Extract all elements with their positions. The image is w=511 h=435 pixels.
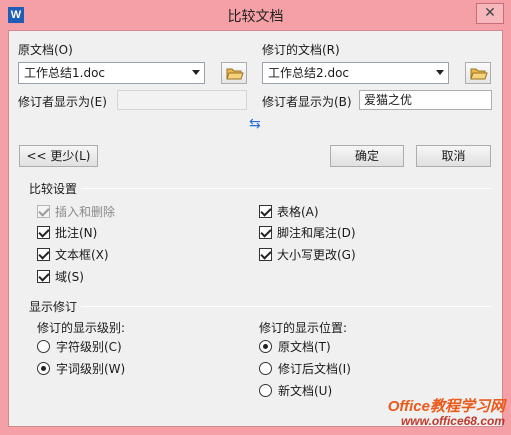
cancel-button[interactable]: 取消 (416, 145, 491, 167)
compare-settings-title: 比较设置 (29, 180, 82, 197)
browse-original-button[interactable] (221, 62, 247, 84)
show-level-label: 修订的显示级别: (37, 321, 126, 335)
title-bar: W 比较文档 ✕ (0, 0, 511, 30)
insertions-deletions-checkbox[interactable]: 插入和删除 (37, 203, 115, 219)
show-position-label: 修订的显示位置: (259, 321, 348, 335)
chevron-down-icon (192, 70, 200, 75)
ok-button[interactable]: 确定 (330, 145, 404, 167)
open-folder-icon (470, 68, 488, 80)
watermark-title: Office教程学习网 (387, 398, 505, 415)
original-reviewer-label: 修订者显示为(E) (18, 95, 107, 109)
revised-document-label: 修订的文档(R) (262, 43, 340, 57)
revised-reviewer-field[interactable]: 爱猫之优 (359, 90, 492, 110)
show-changes-title: 显示修订 (29, 298, 82, 315)
tables-checkbox[interactable]: 表格(A) (259, 203, 319, 219)
site-watermark: Office教程学习网 www.office68.com (388, 399, 505, 429)
close-button[interactable]: ✕ (476, 3, 504, 24)
checkbox-checked-icon (259, 247, 272, 261)
checkbox-checked-icon (259, 204, 272, 218)
open-folder-icon (226, 68, 244, 80)
textboxes-checkbox[interactable]: 文本框(X) (37, 246, 109, 262)
revised-document-radio[interactable]: 修订后文档(I) (259, 360, 351, 376)
compare-settings-separator (29, 188, 492, 189)
original-document-label: 原文档(O) (18, 43, 73, 57)
word-level-radio[interactable]: 字词级别(W) (37, 360, 125, 376)
revised-document-value: 工作总结2.doc (268, 66, 350, 80)
original-document-radio[interactable]: 原文档(T) (259, 338, 331, 354)
comments-checkbox[interactable]: 批注(N) (37, 224, 97, 240)
checkbox-checked-icon (37, 247, 50, 261)
original-reviewer-field[interactable] (117, 90, 247, 110)
dialog-body: 原文档(O) 工作总结1.doc 修订者显示为(E) 修订的文档(R) 工作总结… (8, 30, 503, 427)
watermark-url: www.office68.com (400, 414, 505, 428)
footnotes-endnotes-checkbox[interactable]: 脚注和尾注(D) (259, 224, 356, 240)
chevron-down-icon (436, 70, 444, 75)
fields-checkbox[interactable]: 域(S) (37, 268, 84, 284)
revised-reviewer-label: 修订者显示为(B) (262, 95, 352, 109)
checkbox-checked-icon (37, 269, 50, 283)
checkbox-checked-icon (37, 225, 50, 239)
radio-unchecked-icon (259, 361, 272, 375)
checkbox-checked-icon (259, 225, 272, 239)
case-changes-checkbox[interactable]: 大小写更改(G) (259, 246, 356, 262)
dialog-title: 比较文档 (227, 9, 284, 25)
show-changes-separator (29, 306, 492, 307)
browse-revised-button[interactable] (465, 62, 491, 84)
checkbox-checked-icon (37, 204, 50, 218)
compare-documents-dialog: W 比较文档 ✕ 原文档(O) 工作总结1.doc 修订者显示为(E) 修订的文… (0, 0, 511, 435)
radio-unchecked-icon (259, 383, 272, 397)
revised-document-select[interactable]: 工作总结2.doc (262, 62, 449, 84)
radio-unchecked-icon (37, 339, 50, 353)
swap-documents-icon[interactable]: ⇆ (249, 116, 261, 132)
less-button[interactable]: << 更少(L) (19, 145, 98, 167)
original-document-value: 工作总结1.doc (24, 66, 106, 80)
new-document-radio[interactable]: 新文档(U) (259, 382, 332, 398)
radio-checked-icon (37, 361, 50, 375)
character-level-radio[interactable]: 字符级别(C) (37, 338, 122, 354)
radio-checked-icon (259, 339, 272, 353)
original-document-select[interactable]: 工作总结1.doc (18, 62, 205, 84)
